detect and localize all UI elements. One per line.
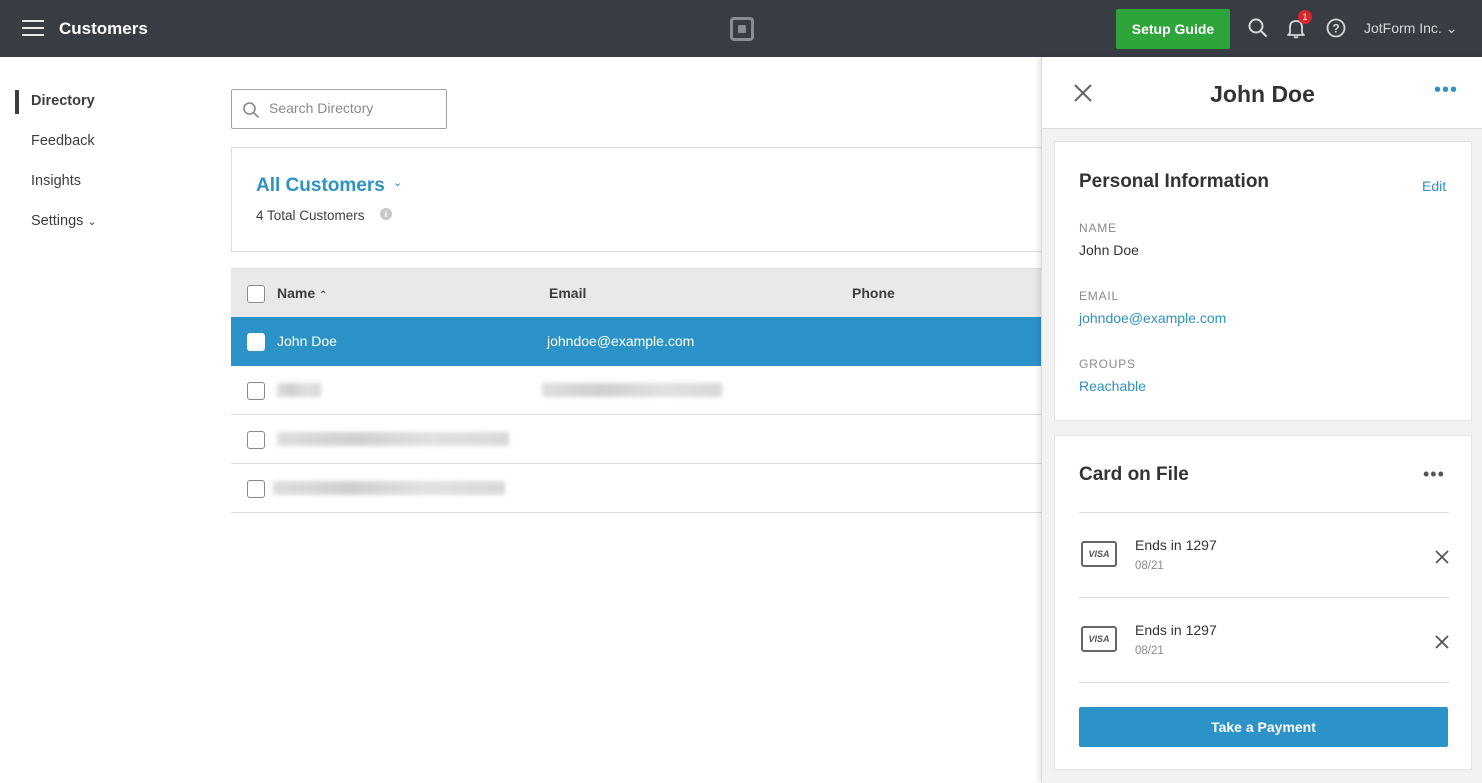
column-header-phone[interactable]: Phone xyxy=(852,285,895,301)
setup-guide-button[interactable]: Setup Guide xyxy=(1116,9,1230,49)
card-expiry: 08/21 xyxy=(1135,645,1164,657)
redacted-name xyxy=(277,383,321,397)
name-value: John Doe xyxy=(1079,242,1139,258)
table-row[interactable] xyxy=(231,415,1051,464)
redacted-name xyxy=(273,481,505,495)
card-last-digits: Ends in 1297 xyxy=(1135,537,1217,553)
search-icon xyxy=(243,102,259,118)
group-link-reachable[interactable]: Reachable xyxy=(1079,378,1146,394)
remove-card-icon[interactable] xyxy=(1435,550,1449,564)
card-heading: Card on File xyxy=(1079,464,1189,485)
customer-email: johndoe@example.com xyxy=(547,333,695,349)
select-all-checkbox[interactable] xyxy=(247,285,265,303)
panel-header: John Doe ••• xyxy=(1042,57,1482,129)
customer-table: Name ⌃ Email Phone John Doe johndoe@exam… xyxy=(231,268,1051,513)
more-options-icon[interactable]: ••• xyxy=(1423,464,1445,485)
row-checkbox[interactable] xyxy=(247,333,265,351)
divider xyxy=(1079,682,1449,683)
sort-ascending-icon: ⌃ xyxy=(319,290,328,301)
sidebar-item-feedback[interactable]: Feedback xyxy=(31,133,95,149)
redacted-email xyxy=(542,383,722,397)
sidebar-item-insights[interactable]: Insights xyxy=(31,173,81,189)
sidebar-item-directory[interactable]: Directory xyxy=(31,93,95,109)
personal-information-card: Personal Information Edit NAME John Doe … xyxy=(1054,141,1472,421)
column-label: Name xyxy=(277,285,316,301)
customer-group-selector[interactable]: All Customers xyxy=(256,175,385,197)
top-bar: Customers Setup Guide 1 ? JotForm Inc. ⌄ xyxy=(0,0,1482,57)
search-icon[interactable] xyxy=(1247,17,1269,39)
square-logo-icon[interactable] xyxy=(730,17,754,41)
table-row[interactable]: John Doe johndoe@example.com xyxy=(231,317,1051,366)
divider xyxy=(1079,597,1449,598)
remove-card-icon[interactable] xyxy=(1435,635,1449,649)
account-name: JotForm Inc. xyxy=(1364,20,1442,36)
table-row[interactable] xyxy=(231,464,1051,513)
sidebar-active-indicator xyxy=(15,90,19,114)
email-label: EMAIL xyxy=(1079,289,1120,303)
row-checkbox[interactable] xyxy=(247,431,265,449)
chevron-down-icon[interactable]: ⌄ xyxy=(393,176,402,189)
row-checkbox[interactable] xyxy=(247,382,265,400)
customer-name: John Doe xyxy=(277,333,337,349)
account-menu[interactable]: JotForm Inc. ⌄ xyxy=(1364,20,1458,37)
total-customers-count: 4 Total Customers xyxy=(256,208,365,223)
card-heading: Personal Information xyxy=(1079,171,1270,192)
chevron-down-icon: ⌄ xyxy=(87,216,97,228)
app-title: Customers xyxy=(59,19,148,38)
customer-detail-panel: John Doe ••• Personal Information Edit N… xyxy=(1041,57,1482,783)
column-header-email[interactable]: Email xyxy=(549,285,586,301)
chevron-down-icon: ⌄ xyxy=(1445,20,1458,36)
take-payment-button[interactable]: Take a Payment xyxy=(1079,707,1448,747)
name-label: NAME xyxy=(1079,221,1117,235)
table-header: Name ⌃ Email Phone xyxy=(231,268,1051,317)
card-last-digits: Ends in 1297 xyxy=(1135,622,1217,638)
redacted-name xyxy=(277,432,509,446)
notification-badge: 1 xyxy=(1298,10,1312,24)
sidebar-item-label: Settings xyxy=(31,213,84,229)
search-input[interactable] xyxy=(269,100,439,116)
divider xyxy=(1079,512,1449,513)
info-icon[interactable]: i xyxy=(380,208,392,220)
email-link[interactable]: johndoe@example.com xyxy=(1079,310,1226,326)
card-on-file-section: Card on File ••• VISA Ends in 1297 08/21… xyxy=(1054,435,1472,770)
panel-title: John Doe xyxy=(1210,81,1315,107)
row-checkbox[interactable] xyxy=(247,480,265,498)
table-row[interactable] xyxy=(231,366,1051,415)
help-icon[interactable]: ? xyxy=(1325,17,1347,39)
svg-text:?: ? xyxy=(1332,22,1339,36)
customer-summary: All Customers ⌄ 4 Total Customers i xyxy=(231,147,1051,252)
card-expiry: 08/21 xyxy=(1135,560,1164,572)
search-box[interactable] xyxy=(231,89,447,129)
more-options-icon[interactable]: ••• xyxy=(1434,80,1458,100)
visa-card-icon: VISA xyxy=(1081,541,1117,567)
visa-card-icon: VISA xyxy=(1081,626,1117,652)
sidebar-item-settings[interactable]: Settings ⌄ xyxy=(31,213,97,229)
edit-link[interactable]: Edit xyxy=(1422,178,1446,194)
groups-label: GROUPS xyxy=(1079,357,1136,371)
menu-icon[interactable] xyxy=(22,20,44,36)
column-header-name[interactable]: Name ⌃ xyxy=(277,285,327,301)
